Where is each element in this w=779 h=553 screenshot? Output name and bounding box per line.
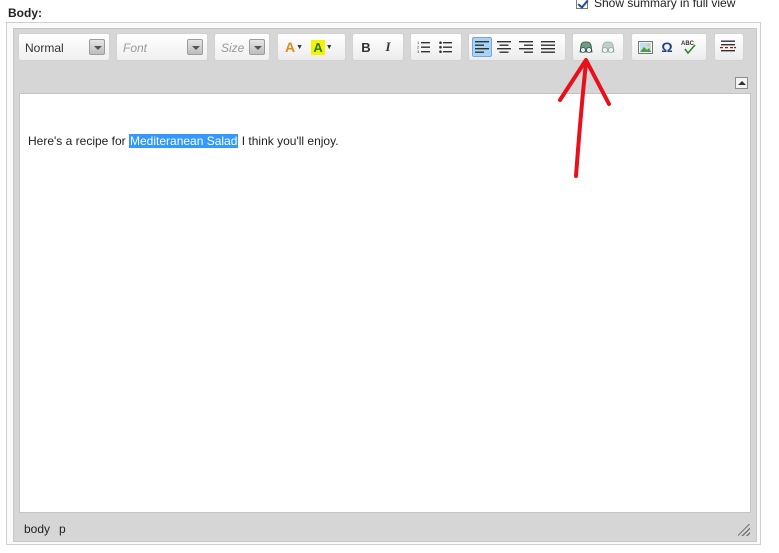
show-summary-checkbox[interactable]: [576, 0, 588, 9]
insert-link-button[interactable]: [576, 37, 596, 57]
chevron-down-icon[interactable]: [187, 39, 203, 55]
show-summary-label: Show summary in full view: [594, 0, 736, 10]
svg-text:3: 3: [417, 49, 420, 54]
editor-status-bar: body p: [14, 518, 756, 540]
spellcheck-button[interactable]: ABC: [679, 37, 699, 57]
editor-toolbar: Normal Font Size A ▼ A ▼ B I 1 2 3 Ω ABC: [14, 29, 756, 69]
editor-content-area[interactable]: Here's a recipe for Mediteranean Salad I…: [19, 93, 751, 513]
basic-styles-group: B I: [352, 33, 404, 61]
omega-icon: Ω: [661, 39, 673, 55]
element-path: body p: [24, 522, 66, 536]
path-item-body[interactable]: body: [24, 522, 50, 536]
background-color-button[interactable]: A ▼: [309, 37, 335, 57]
path-item-p[interactable]: p: [59, 522, 66, 536]
bold-button[interactable]: B: [356, 37, 376, 57]
numbered-list-button[interactable]: 1 2 3: [414, 37, 434, 57]
size-dropdown-value: Size: [221, 41, 245, 55]
text-color-button[interactable]: A ▼: [281, 37, 307, 57]
text-color-icon: A: [284, 39, 296, 55]
insert-group: Ω ABC: [631, 33, 707, 61]
background-color-icon: A: [311, 39, 325, 55]
format-dropdown[interactable]: Normal: [18, 33, 110, 61]
align-center-icon: [497, 41, 511, 53]
bulleted-list-button[interactable]: [436, 37, 456, 57]
body-field-label: Body:: [8, 6, 42, 20]
align-left-button[interactable]: [472, 37, 492, 57]
size-dropdown[interactable]: Size: [214, 33, 270, 61]
selected-text: Mediteranean Salad: [129, 134, 239, 148]
svg-text:ABC: ABC: [681, 41, 695, 47]
special-character-button[interactable]: Ω: [657, 37, 677, 57]
content-paragraph: Here's a recipe for Mediteranean Salad I…: [28, 134, 339, 148]
image-icon: [637, 40, 653, 54]
link-icon: [579, 41, 593, 53]
paragraph-text-after: I think you'll enjoy.: [238, 134, 339, 148]
page-break-group: [714, 33, 744, 61]
font-dropdown[interactable]: Font: [116, 33, 208, 61]
italic-icon: I: [385, 39, 391, 54]
rich-text-editor: Normal Font Size A ▼ A ▼ B I 1 2 3 Ω ABC…: [13, 28, 757, 542]
numbered-list-icon: 1 2 3: [417, 40, 430, 54]
italic-button[interactable]: I: [378, 37, 398, 57]
align-right-button[interactable]: [516, 37, 536, 57]
collapse-toolbar-button[interactable]: [735, 77, 748, 89]
link-group: [572, 33, 624, 61]
page-break-icon: [720, 40, 736, 52]
chevron-down-icon[interactable]: [249, 39, 265, 55]
unlink-button[interactable]: [598, 37, 618, 57]
paragraph-text-before: Here's a recipe for: [28, 134, 129, 148]
bulleted-list-icon: [439, 41, 452, 53]
insert-image-button[interactable]: [635, 37, 655, 57]
bold-icon: B: [361, 39, 371, 55]
resize-grip-icon[interactable]: [738, 524, 750, 536]
format-dropdown-value: Normal: [25, 41, 64, 55]
align-left-icon: [475, 41, 489, 53]
align-center-button[interactable]: [494, 37, 514, 57]
list-group: 1 2 3: [410, 33, 462, 61]
show-summary-toggle[interactable]: Show summary in full view: [576, 0, 735, 10]
align-right-icon: [519, 41, 533, 53]
font-dropdown-value: Font: [123, 41, 148, 55]
justify-icon: [541, 41, 555, 53]
justify-button[interactable]: [538, 37, 558, 57]
page-break-button[interactable]: [718, 37, 738, 57]
spellcheck-icon: ABC: [681, 41, 696, 55]
color-group: A ▼ A ▼: [277, 33, 346, 61]
chevron-down-icon[interactable]: [89, 39, 105, 55]
unlink-icon: [601, 41, 615, 53]
alignment-group: [468, 33, 566, 61]
